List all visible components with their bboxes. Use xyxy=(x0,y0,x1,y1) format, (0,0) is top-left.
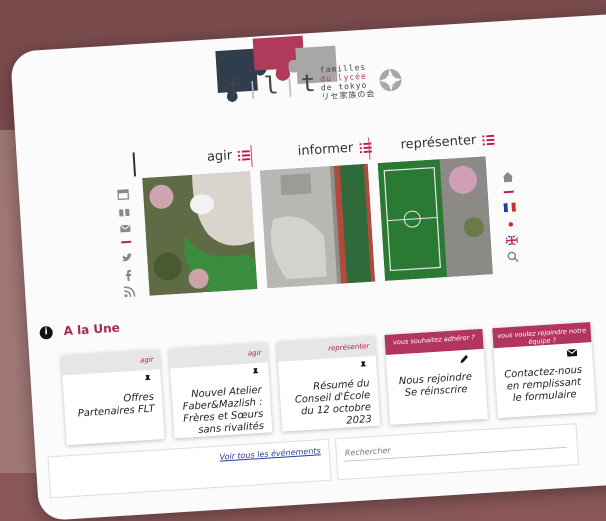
tile-text: Contactez-nous en remplissant le formula… xyxy=(503,364,583,405)
join-tile[interactable]: vous souhaitez adhérer ? Nous rejoindre … xyxy=(384,328,488,425)
mail-icon[interactable] xyxy=(119,222,132,235)
pin-icon xyxy=(252,368,259,378)
twitter-icon[interactable] xyxy=(121,252,134,265)
contact-tile[interactable]: vous voulez rejoindre notre équipe ? Con… xyxy=(492,322,596,419)
nav-label: informer xyxy=(297,140,354,160)
nav-separator xyxy=(250,145,253,168)
logo-letter-t: t xyxy=(300,68,319,98)
tile-text: Nous rejoindre Se réinscrire xyxy=(398,371,473,399)
news-tile[interactable]: agir Offres Partenaires FLT xyxy=(61,349,165,446)
search-panel xyxy=(334,423,580,481)
pin-icon xyxy=(360,361,367,371)
logo-letter-l: l xyxy=(263,71,282,101)
news-tile[interactable]: représenter Résumé du Conseil d'École du… xyxy=(276,335,381,432)
flag-jp-icon[interactable] xyxy=(504,219,518,230)
photo-agir[interactable] xyxy=(142,171,258,296)
gift-icon[interactable] xyxy=(118,205,131,218)
mail-icon xyxy=(566,348,578,357)
logo-letter-f: f xyxy=(225,73,245,103)
all-events-link[interactable]: Voir tous les événements xyxy=(219,446,321,461)
nav-label: représenter xyxy=(400,132,477,153)
nav-agir[interactable]: agir xyxy=(207,147,251,165)
calendar-icon[interactable] xyxy=(117,188,130,201)
search-input[interactable] xyxy=(342,430,567,462)
nav-divider xyxy=(132,152,137,177)
dash-divider xyxy=(121,240,132,244)
tile-text: Offres Partenaires FLT xyxy=(77,391,156,420)
facebook-icon[interactable] xyxy=(122,269,135,282)
nav-representer[interactable]: représenter xyxy=(400,132,495,153)
nav-label: agir xyxy=(206,148,233,165)
pin-icon xyxy=(144,374,151,384)
list-icon xyxy=(481,134,495,146)
section-title: A la Une xyxy=(63,320,121,339)
info-icon: i xyxy=(39,325,54,340)
photo-representer[interactable] xyxy=(377,156,493,281)
rss-icon[interactable] xyxy=(123,286,136,299)
logo-text: familles du lycée de tokyo リセ家族の会 xyxy=(319,62,375,102)
flag-uk-icon[interactable] xyxy=(505,235,519,246)
tile-text: Résumé du Conseil d'École du 12 octobre … xyxy=(294,378,373,427)
nav-informer[interactable]: informer xyxy=(297,140,372,160)
search-icon[interactable] xyxy=(506,250,519,263)
tile-text: Nouvel Atelier Faber&Mazlish : Frères et… xyxy=(182,384,265,436)
events-panel: Voir tous les événements xyxy=(47,438,332,499)
pencil-icon xyxy=(460,354,469,364)
dash-divider xyxy=(503,190,514,194)
flag-fr-icon[interactable] xyxy=(503,202,517,213)
news-tile[interactable]: agir Nouvel Atelier Faber&Mazlish : Frèr… xyxy=(168,342,273,439)
rosette-icon xyxy=(379,69,402,92)
logo-letters: f |l |t xyxy=(225,68,319,103)
home-icon[interactable] xyxy=(501,171,514,184)
list-icon xyxy=(237,149,251,161)
page-card: f |l |t familles du lycée de tokyo リセ家族の会 … xyxy=(10,11,606,521)
photo-informer[interactable] xyxy=(259,163,376,289)
